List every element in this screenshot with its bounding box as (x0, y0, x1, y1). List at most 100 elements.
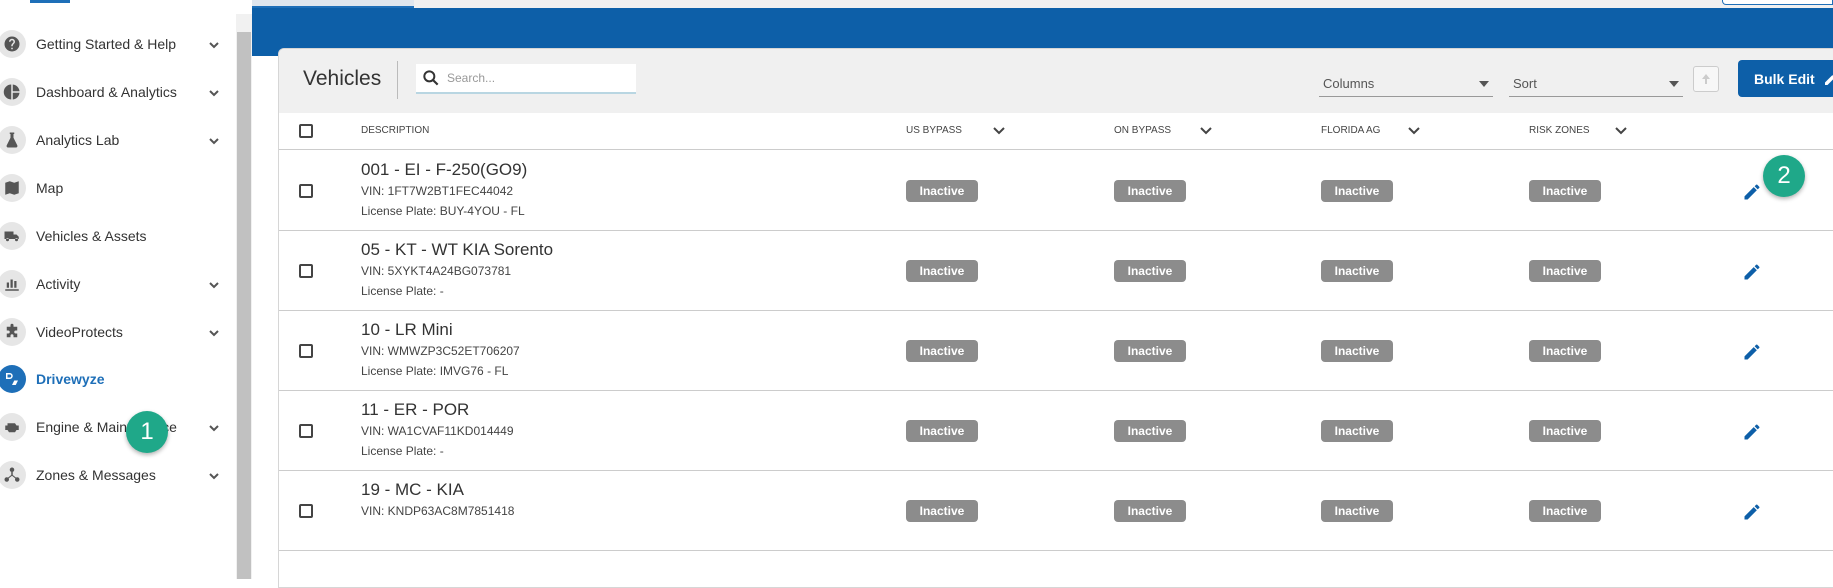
sort-direction-button[interactable] (1693, 66, 1719, 92)
table-row[interactable]: 10 - LR Mini VIN: WMWZP3C52ET706207 Lice… (279, 311, 1833, 391)
row-checkbox[interactable] (299, 344, 313, 358)
sidebar-item-map[interactable]: Map (0, 164, 236, 212)
engine-icon (0, 413, 26, 441)
pencil-icon (1824, 73, 1833, 85)
chevron-down-icon (208, 86, 220, 98)
row-checkbox[interactable] (299, 504, 313, 518)
status-badge: Inactive (1321, 340, 1393, 362)
status-badge: Inactive (1114, 260, 1186, 282)
vehicle-plate: License Plate: IMVG76 - FL (361, 364, 509, 378)
sidebar-item-label: Analytics Lab (36, 132, 120, 148)
row-checkbox[interactable] (299, 184, 313, 198)
search-box[interactable] (416, 64, 636, 94)
edit-pencil-icon[interactable] (1742, 502, 1762, 522)
vehicle-vin: VIN: WA1CVAF11KD014449 (361, 424, 514, 438)
pie-chart-icon (0, 78, 26, 106)
question-circle-icon (0, 30, 26, 58)
chevron-down-icon[interactable] (1407, 123, 1421, 137)
vehicle-title: 10 - LR Mini (361, 320, 453, 339)
table-row[interactable]: 11 - ER - POR VIN: WA1CVAF11KD014449 Lic… (279, 391, 1833, 471)
network-icon (0, 461, 26, 489)
caret-down-icon (1669, 81, 1679, 87)
status-badge: Inactive (1321, 500, 1393, 522)
sidebar-item-label: Activity (36, 276, 81, 292)
caret-down-icon (1479, 81, 1489, 87)
page-title: Vehicles (303, 67, 382, 90)
vehicle-title: 001 - EI - F-250(GO9) (361, 160, 528, 179)
edit-pencil-icon[interactable] (1742, 262, 1762, 282)
edit-pencil-icon[interactable] (1742, 182, 1762, 202)
sidebar-item-label: Map (36, 180, 64, 196)
sidebar-item-drivewyze[interactable]: Drivewyze (0, 355, 236, 403)
arrow-up-icon (1702, 74, 1710, 84)
chevron-down-icon (208, 469, 220, 481)
sidebar-item-dashboard[interactable]: Dashboard & Analytics (0, 68, 236, 116)
status-badge: Inactive (1114, 340, 1186, 362)
chevron-down-icon (208, 326, 220, 338)
sidebar-item-zones[interactable]: Zones & Messages (0, 451, 236, 499)
sidebar-item-getting-started[interactable]: Getting Started & Help (0, 20, 236, 68)
table-row[interactable]: 05 - KT - WT KIA Sorento VIN: 5XYKT4A24B… (279, 231, 1833, 311)
sidebar-item-label: Vehicles & Assets (36, 228, 147, 244)
status-badge: Inactive (906, 340, 978, 362)
table-row[interactable]: 001 - EI - F-250(GO9) VIN: 1FT7W2BT1FEC4… (279, 151, 1833, 231)
sidebar-item-engine[interactable]: Engine & Maintenance (0, 403, 236, 451)
logo-fragment (30, 0, 70, 3)
drivewyze-icon (0, 365, 26, 393)
vehicle-vin: VIN: KNDP63AC8M7851418 (361, 504, 515, 518)
column-header-florida-ag[interactable]: FLORIDA AG (1321, 125, 1380, 136)
chevron-down-icon (208, 421, 220, 433)
sort-dropdown[interactable]: Sort (1509, 71, 1683, 97)
scroll-thumb[interactable] (237, 32, 251, 579)
select-all-checkbox[interactable] (299, 124, 313, 138)
edit-pencil-icon[interactable] (1742, 422, 1762, 442)
search-input[interactable] (447, 71, 627, 85)
status-badge: Inactive (1529, 180, 1601, 202)
sidebar-item-videoprotects[interactable]: VideoProtects (0, 308, 236, 356)
row-checkbox[interactable] (299, 424, 313, 438)
top-right-control[interactable] (1722, 0, 1833, 5)
status-badge: Inactive (1529, 260, 1601, 282)
sort-label: Sort (1513, 76, 1537, 91)
map-icon (0, 174, 26, 202)
column-header-on-bypass[interactable]: ON BYPASS (1114, 125, 1171, 136)
top-tab[interactable] (252, 0, 414, 8)
sidebar-item-analytics-lab[interactable]: Analytics Lab (0, 116, 236, 164)
sidebar-item-label: VideoProtects (36, 324, 123, 340)
columns-label: Columns (1323, 76, 1375, 91)
chevron-down-icon[interactable] (1199, 123, 1213, 137)
chevron-down-icon (208, 38, 220, 50)
sidebar-item-activity[interactable]: Activity (0, 260, 236, 308)
title-divider (397, 61, 398, 99)
search-icon (423, 70, 439, 86)
chevron-down-icon[interactable] (1614, 123, 1628, 137)
bulk-edit-label: Bulk Edit (1754, 70, 1815, 87)
column-header-risk-zones[interactable]: RISK ZONES (1529, 125, 1590, 136)
status-badge: Inactive (906, 500, 978, 522)
truck-icon (0, 222, 26, 250)
sidebar-scrollbar[interactable] (236, 14, 252, 579)
sidebar-item-label: Zones & Messages (36, 467, 156, 483)
top-bar (252, 0, 1833, 8)
column-header-us-bypass[interactable]: US BYPASS (906, 125, 962, 136)
sidebar-item-vehicles[interactable]: Vehicles & Assets (0, 212, 236, 260)
table-row[interactable]: 19 - MC - KIA VIN: KNDP63AC8M7851418 Ina… (279, 471, 1833, 551)
row-checkbox[interactable] (299, 264, 313, 278)
status-badge: Inactive (1529, 420, 1601, 442)
column-header-description[interactable]: DESCRIPTION (361, 125, 429, 136)
bulk-edit-button[interactable]: Bulk Edit (1738, 60, 1833, 97)
flask-icon (0, 126, 26, 154)
status-badge: Inactive (906, 260, 978, 282)
sidebar-item-label: Dashboard & Analytics (36, 84, 177, 100)
table-header: DESCRIPTION US BYPASS ON BYPASS FLORIDA … (279, 113, 1833, 150)
scroll-up-arrow[interactable] (236, 16, 252, 26)
status-badge: Inactive (1321, 420, 1393, 442)
vehicle-vin: VIN: WMWZP3C52ET706207 (361, 344, 520, 358)
edit-pencil-icon[interactable] (1742, 342, 1762, 362)
columns-dropdown[interactable]: Columns (1319, 71, 1493, 97)
sidebar-item-label: Getting Started & Help (36, 36, 177, 52)
vehicle-vin: VIN: 5XYKT4A24BG073781 (361, 264, 512, 278)
chevron-down-icon[interactable] (992, 123, 1006, 137)
status-badge: Inactive (906, 180, 978, 202)
status-badge: Inactive (1529, 340, 1601, 362)
